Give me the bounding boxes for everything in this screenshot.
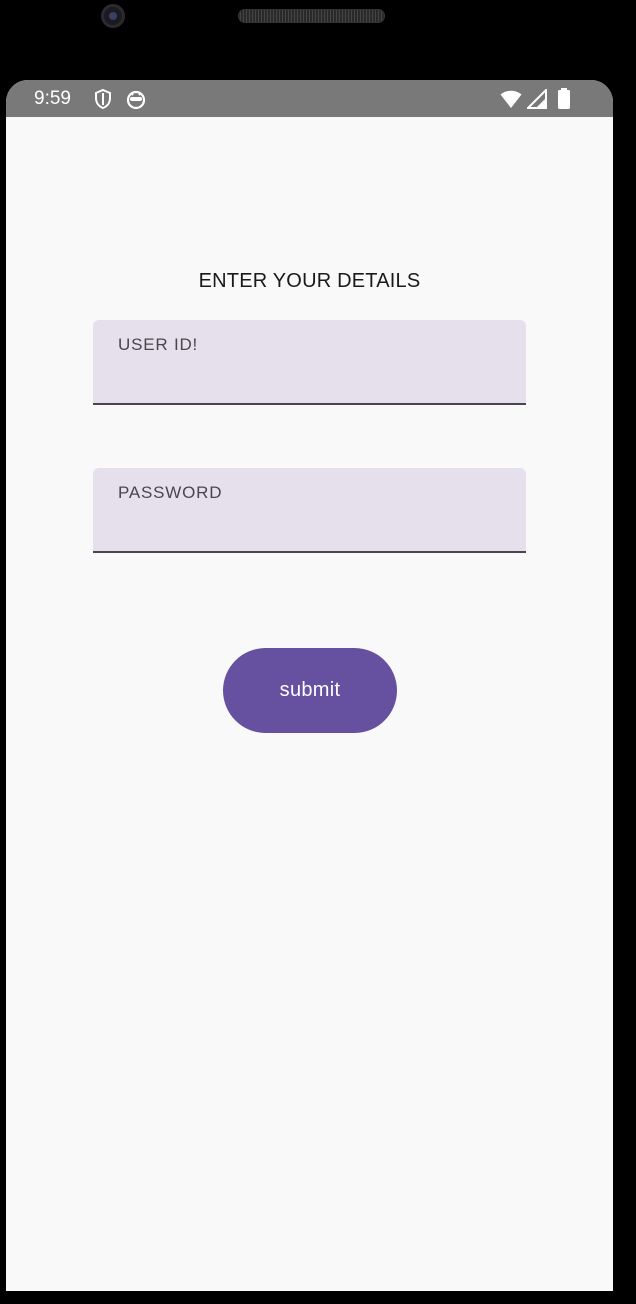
- user-id-field[interactable]: USER ID!: [93, 320, 526, 405]
- page-title: ENTER YOUR DETAILS: [198, 270, 421, 292]
- password-input[interactable]: [118, 512, 502, 540]
- app-notification-icon: [125, 88, 147, 110]
- wifi-icon: [500, 89, 522, 111]
- password-label: PASSWORD: [118, 483, 223, 502]
- password-field[interactable]: PASSWORD: [93, 468, 526, 553]
- battery-icon: [557, 88, 579, 110]
- app-screen: 9:59 ENTER YOUR DETAILS USER ID! PASSWOR…: [6, 80, 613, 1291]
- status-bar: 9:59: [6, 80, 613, 117]
- front-camera: [101, 4, 125, 28]
- user-id-input[interactable]: [118, 364, 502, 392]
- signal-icon: [527, 89, 549, 111]
- earpiece-speaker: [238, 9, 385, 23]
- user-id-label: USER ID!: [118, 335, 199, 354]
- status-time: 9:59: [34, 88, 71, 109]
- submit-button[interactable]: submit: [223, 648, 397, 733]
- shield-icon: [92, 88, 114, 110]
- device-frame: 9:59 ENTER YOUR DETAILS USER ID! PASSWOR…: [0, 0, 636, 1304]
